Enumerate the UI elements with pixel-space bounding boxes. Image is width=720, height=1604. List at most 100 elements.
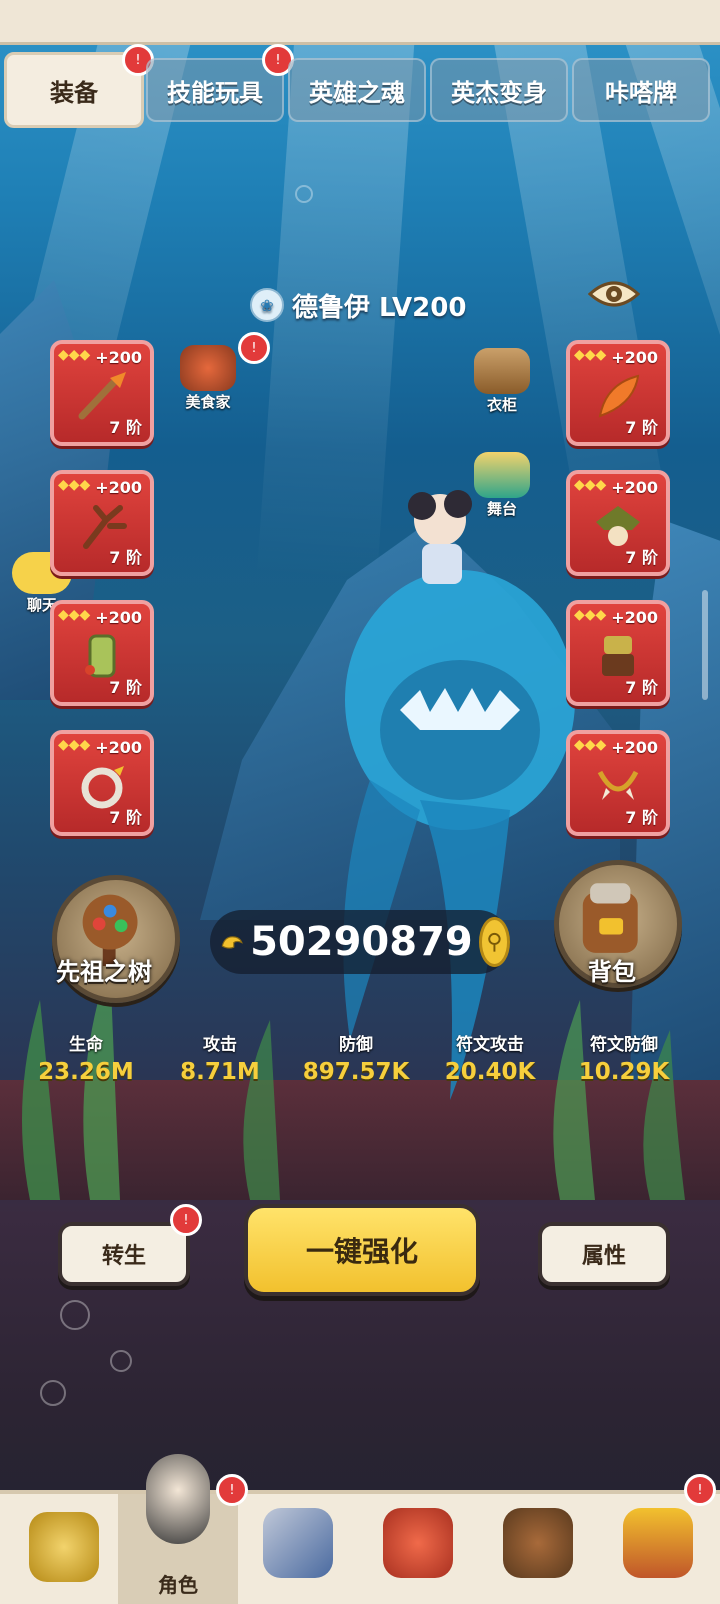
stage-button[interactable]: 舞台 <box>474 452 530 519</box>
slot-rank: 7 阶 <box>109 548 142 567</box>
slot-rank: 7 阶 <box>625 548 658 567</box>
nav-item-guild[interactable] <box>598 1494 718 1604</box>
equipment-slot-left-2[interactable]: ◆◆◆ +200 7 阶 <box>50 470 154 576</box>
attributes-button[interactable]: 属性 <box>538 1222 670 1286</box>
wardrobe-label: 衣柜 <box>486 396 517 414</box>
equipment-slot-right-4[interactable]: ◆◆◆ +200 7 阶 <box>566 730 670 836</box>
equipment-slot-left-4[interactable]: ◆◆◆ +200 7 阶 <box>50 730 154 836</box>
upgrade-all-button[interactable]: 一键强化 <box>244 1204 480 1296</box>
star-icon: ◆◆◆ <box>574 737 607 753</box>
slot-rank: 7 阶 <box>625 678 658 697</box>
hero-name: 德鲁伊 LV200 <box>292 292 467 323</box>
tab-label: 咔嗒牌 <box>605 78 677 107</box>
bubble <box>110 1350 132 1372</box>
tab-hero-soul[interactable]: 英雄之魂 <box>288 58 426 122</box>
category-tabs: 装备 ! 技能玩具 ! 英雄之魂 英杰变身 咔嗒牌 <box>0 44 720 128</box>
stage-icon <box>474 452 530 498</box>
stage-label: 舞台 <box>486 500 517 518</box>
tab-label: 英雄之魂 <box>309 78 405 107</box>
beaver-shop-icon <box>503 1508 573 1578</box>
eye-icon[interactable] <box>588 276 640 312</box>
star-icon: ◆◆◆ <box>58 737 91 753</box>
attributes-label: 属性 <box>581 1244 626 1269</box>
star-icon: ◆◆◆ <box>574 607 607 623</box>
rebirth-label: 转生 <box>101 1244 146 1269</box>
stat-value: 10.29K <box>578 1059 670 1085</box>
notification-bell-icon: ! <box>216 1474 248 1506</box>
stat-rune-defense: 符文防御 10.29K <box>564 1030 684 1085</box>
stat-value: 23.26M <box>38 1059 134 1085</box>
notification-bell-icon: ! <box>238 332 270 364</box>
slot-rank: 7 阶 <box>625 418 658 437</box>
rebirth-button[interactable]: 转生 <box>58 1222 190 1286</box>
star-icon: ◆◆◆ <box>58 477 91 493</box>
tribe-totem-icon <box>623 1508 693 1578</box>
star-icon: ◆◆◆ <box>58 347 91 363</box>
tab-label: 装备 <box>50 78 98 107</box>
notification-bell-icon: ! <box>684 1474 716 1506</box>
stat-attack: 攻击 8.71M <box>160 1030 280 1085</box>
scrollbar[interactable] <box>702 590 708 700</box>
stat-defense: 防御 897.57K <box>296 1030 416 1085</box>
nav-item-tribe[interactable] <box>4 1494 124 1604</box>
druid-class-icon: ❀ <box>250 288 284 322</box>
bubble <box>295 185 313 203</box>
wardrobe-button[interactable]: 衣柜 <box>474 348 530 415</box>
nav-item-pets[interactable] <box>358 1494 478 1604</box>
top-status-strip <box>0 0 720 45</box>
slot-plus: +200 <box>611 738 658 757</box>
ancestor-tree-label: 先祖之树 <box>56 958 152 986</box>
tab-card[interactable]: 咔嗒牌 <box>572 58 710 122</box>
viking-helmet-icon <box>29 1512 99 1582</box>
notification-bell-icon: ! <box>170 1204 202 1236</box>
combat-power-panel: 50290879 ⚲ <box>210 910 510 974</box>
bottom-navigation: 角色 ! ! <box>0 1454 720 1604</box>
stat-label: 防御 <box>339 1035 373 1055</box>
equipment-slot-right-1[interactable]: ◆◆◆ +200 7 阶 <box>566 340 670 446</box>
hero-portrait-icon <box>146 1454 210 1544</box>
hero-name-bar: ❀ 德鲁伊 LV200 <box>250 285 466 325</box>
slot-plus: +200 <box>95 738 142 757</box>
stat-hp: 生命 23.26M <box>26 1030 146 1085</box>
nav-label: 角色 <box>158 1573 198 1597</box>
stat-label: 攻击 <box>203 1035 237 1055</box>
slot-plus: +200 <box>95 608 142 627</box>
magnifier-icon[interactable]: ⚲ <box>478 917 510 967</box>
equipment-slot-right-3[interactable]: ◆◆◆ +200 7 阶 <box>566 600 670 706</box>
stat-value: 8.71M <box>180 1059 260 1085</box>
chef-label: 美食家 <box>185 393 231 411</box>
stat-label: 生命 <box>69 1035 103 1055</box>
stat-value: 897.57K <box>302 1059 410 1085</box>
slot-rank: 7 阶 <box>625 808 658 827</box>
slot-rank: 7 阶 <box>109 808 142 827</box>
chef-button[interactable]: 美食家 <box>180 345 236 412</box>
tab-label: 英杰变身 <box>451 78 547 107</box>
combat-power-value: 50290879 <box>250 919 473 965</box>
stat-label: 符文防御 <box>590 1035 658 1055</box>
flexed-arm-icon <box>221 936 243 949</box>
tab-hero-transform[interactable]: 英杰变身 <box>430 58 568 122</box>
bubble <box>60 1300 90 1330</box>
nav-item-combat[interactable] <box>238 1494 358 1604</box>
slot-plus: +200 <box>95 348 142 367</box>
slot-rank: 7 阶 <box>109 418 142 437</box>
nav-item-shop[interactable] <box>478 1494 598 1604</box>
equipment-slot-right-2[interactable]: ◆◆◆ +200 7 阶 <box>566 470 670 576</box>
equipment-slot-left-3[interactable]: ◆◆◆ +200 7 阶 <box>50 600 154 706</box>
star-icon: ◆◆◆ <box>58 607 91 623</box>
backpack-label: 背包 <box>588 958 636 986</box>
slot-plus: +200 <box>611 478 658 497</box>
nav-item-character[interactable]: 角色 <box>118 1454 238 1604</box>
wardrobe-icon <box>474 348 530 394</box>
bubble <box>40 1380 66 1406</box>
star-icon: ◆◆◆ <box>574 347 607 363</box>
food-plate-icon <box>180 345 236 391</box>
slot-plus: +200 <box>611 608 658 627</box>
stat-rune-attack: 符文攻击 20.40K <box>430 1030 550 1085</box>
star-icon: ◆◆◆ <box>574 477 607 493</box>
tab-label: 技能玩具 <box>167 78 263 107</box>
stat-label: 符文攻击 <box>456 1035 524 1055</box>
equipment-slot-left-1[interactable]: ◆◆◆ +200 7 阶 <box>50 340 154 446</box>
stat-value: 20.40K <box>444 1059 536 1085</box>
sword-shield-icon <box>263 1508 333 1578</box>
